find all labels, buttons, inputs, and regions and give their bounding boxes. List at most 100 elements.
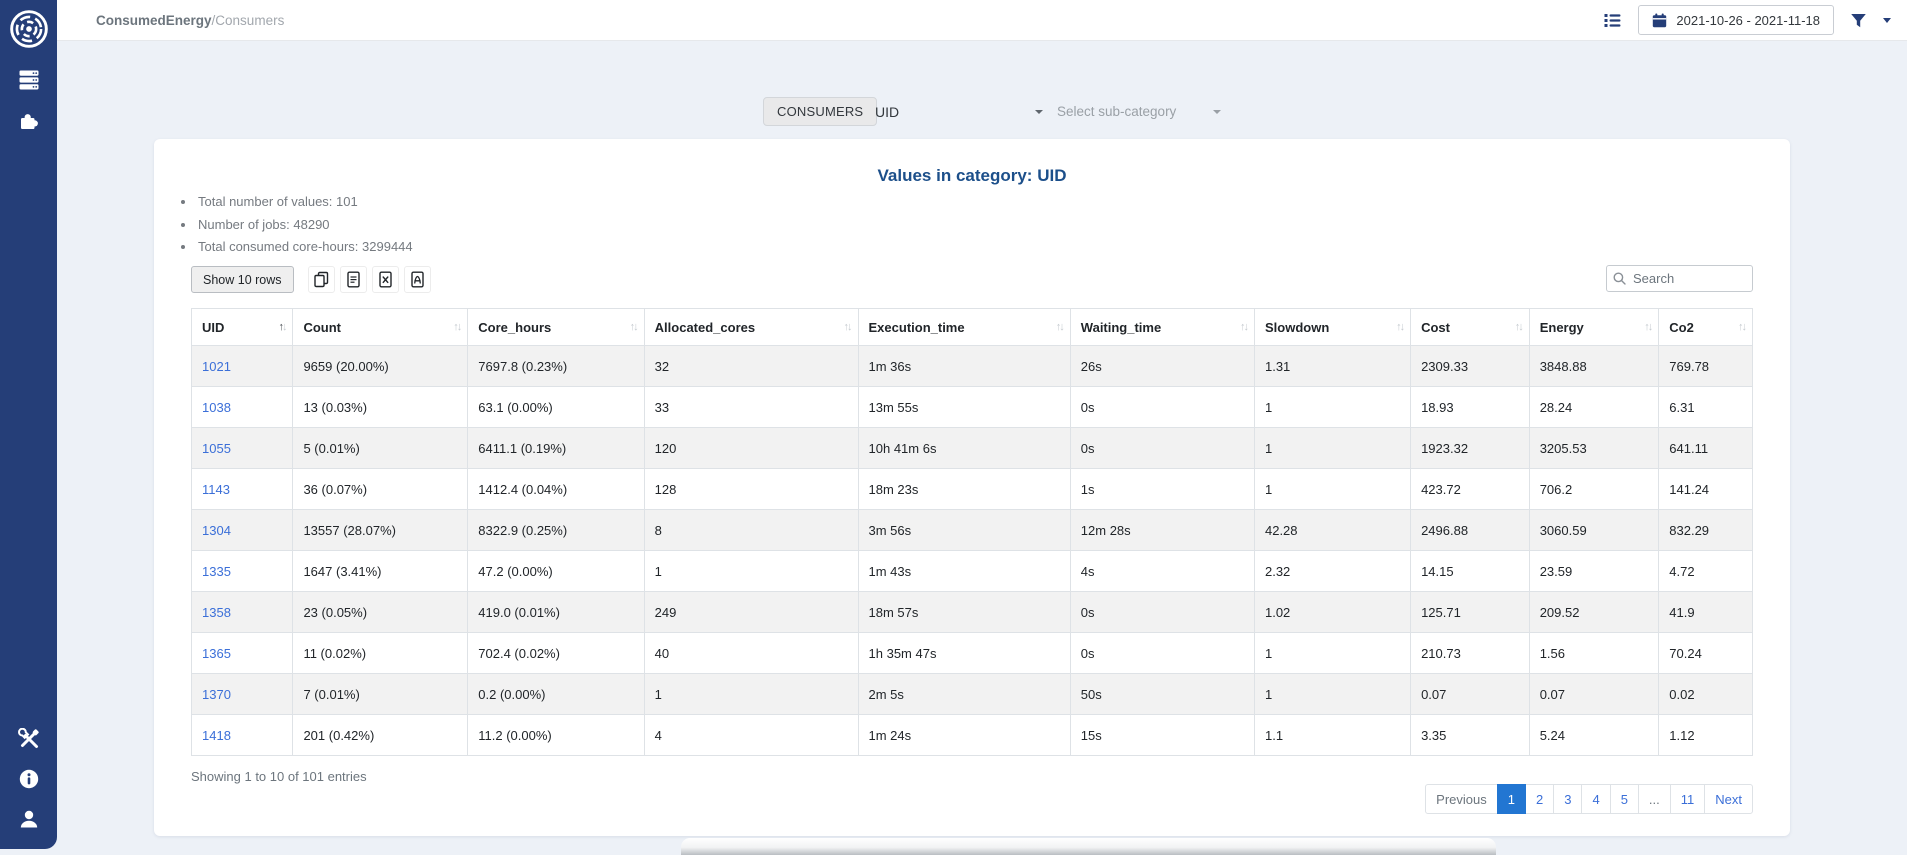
date-range-picker[interactable]: 2021-10-26 - 2021-11-18 bbox=[1638, 5, 1834, 35]
cell-energy: 706.2 bbox=[1529, 469, 1659, 510]
sidebar-item-info[interactable] bbox=[0, 759, 57, 799]
entries-status: Showing 1 to 10 of 101 entries bbox=[191, 769, 367, 784]
column-label: Core_hours bbox=[478, 320, 551, 335]
cell-execution-time: 1m 43s bbox=[858, 551, 1070, 592]
cell-uid: 1021 bbox=[192, 346, 293, 387]
cell-count: 11 (0.02%) bbox=[293, 633, 468, 674]
cell-slowdown: 1.31 bbox=[1254, 346, 1410, 387]
cell-uid: 1143 bbox=[192, 469, 293, 510]
uid-link[interactable]: 1021 bbox=[202, 359, 231, 374]
cell-execution-time: 18m 23s bbox=[858, 469, 1070, 510]
column-header-co2[interactable]: Co2↑↓ bbox=[1659, 309, 1753, 346]
cell-allocated-cores: 8 bbox=[644, 510, 858, 551]
breadcrumb-app[interactable]: ConsumedEnergy bbox=[96, 13, 212, 28]
cell-waiting-time: 4s bbox=[1070, 551, 1254, 592]
table-header-row: UID↑↓ Count↑↓ Core_hours↑↓ Allocated_cor… bbox=[192, 309, 1753, 346]
uid-link[interactable]: 1418 bbox=[202, 728, 231, 743]
pagination-page-11[interactable]: 11 bbox=[1670, 784, 1706, 814]
pagination-previous[interactable]: Previous bbox=[1425, 784, 1498, 814]
sort-icon: ↑↓ bbox=[1396, 321, 1403, 333]
cell-allocated-cores: 249 bbox=[644, 592, 858, 633]
cell-cost: 125.71 bbox=[1411, 592, 1530, 633]
column-header-cost[interactable]: Cost↑↓ bbox=[1411, 309, 1530, 346]
category-select-value: UID bbox=[863, 104, 899, 120]
export-excel-button[interactable] bbox=[372, 266, 399, 293]
table-row: 1021 9659 (20.00%) 7697.8 (0.23%) 32 1m … bbox=[192, 346, 1753, 387]
file-text-icon bbox=[345, 271, 362, 288]
column-header-slowdown[interactable]: Slowdown↑↓ bbox=[1254, 309, 1410, 346]
sidebar-item-user[interactable] bbox=[0, 799, 57, 839]
cell-execution-time: 10h 41m 6s bbox=[858, 428, 1070, 469]
cell-waiting-time: 26s bbox=[1070, 346, 1254, 387]
uid-link[interactable]: 1143 bbox=[202, 482, 230, 497]
cell-core-hours: 11.2 (0.00%) bbox=[468, 715, 644, 756]
cell-count: 9659 (20.00%) bbox=[293, 346, 468, 387]
column-label: Co2 bbox=[1669, 320, 1694, 335]
column-header-execution-time[interactable]: Execution_time↑↓ bbox=[858, 309, 1070, 346]
show-rows-button[interactable]: Show 10 rows bbox=[191, 266, 294, 293]
data-table: UID↑↓ Count↑↓ Core_hours↑↓ Allocated_cor… bbox=[191, 308, 1753, 756]
uid-link[interactable]: 1358 bbox=[202, 605, 231, 620]
column-header-waiting-time[interactable]: Waiting_time↑↓ bbox=[1070, 309, 1254, 346]
uid-link[interactable]: 1335 bbox=[202, 564, 231, 579]
subcategory-select-placeholder: Select sub-category bbox=[1057, 104, 1176, 119]
cell-execution-time: 1m 36s bbox=[858, 346, 1070, 387]
pagination-ellipsis[interactable]: ... bbox=[1638, 784, 1671, 814]
cell-count: 13557 (28.07%) bbox=[293, 510, 468, 551]
export-csv-button[interactable] bbox=[340, 266, 367, 293]
uid-link[interactable]: 1055 bbox=[202, 441, 231, 456]
pagination-page-3[interactable]: 3 bbox=[1553, 784, 1582, 814]
breadcrumb: ConsumedEnergy/Consumers bbox=[96, 13, 284, 28]
column-header-allocated-cores[interactable]: Allocated_cores↑↓ bbox=[644, 309, 858, 346]
table-row: 1335 1647 (3.41%) 47.2 (0.00%) 1 1m 43s … bbox=[192, 551, 1753, 592]
search-input[interactable] bbox=[1606, 265, 1753, 292]
category-select[interactable]: UID bbox=[863, 97, 1049, 126]
chevron-down-icon bbox=[1213, 110, 1221, 114]
cell-cost: 18.93 bbox=[1411, 387, 1530, 428]
uid-link[interactable]: 1370 bbox=[202, 687, 231, 702]
sidebar-item-plugins[interactable] bbox=[0, 100, 57, 140]
app-logo[interactable] bbox=[0, 6, 57, 52]
tools-icon bbox=[18, 728, 40, 750]
uid-link[interactable]: 1304 bbox=[202, 523, 231, 538]
column-header-count[interactable]: Count↑↓ bbox=[293, 309, 468, 346]
cell-core-hours: 0.2 (0.00%) bbox=[468, 674, 644, 715]
filter-icon[interactable] bbox=[1850, 12, 1867, 29]
column-header-energy[interactable]: Energy↑↓ bbox=[1529, 309, 1659, 346]
table-search bbox=[1606, 265, 1753, 292]
pagination-page-5[interactable]: 5 bbox=[1610, 784, 1639, 814]
chevron-down-icon[interactable] bbox=[1883, 18, 1891, 23]
table-row: 1038 13 (0.03%) 63.1 (0.00%) 33 13m 55s … bbox=[192, 387, 1753, 428]
pagination-page-2[interactable]: 2 bbox=[1525, 784, 1554, 814]
list-icon[interactable] bbox=[1603, 11, 1622, 30]
cell-co2: 0.02 bbox=[1659, 674, 1753, 715]
cell-slowdown: 1 bbox=[1254, 387, 1410, 428]
table-row: 1143 36 (0.07%) 1412.4 (0.04%) 128 18m 2… bbox=[192, 469, 1753, 510]
uid-link[interactable]: 1365 bbox=[202, 646, 231, 661]
sidebar-item-tools[interactable] bbox=[0, 719, 57, 759]
cell-waiting-time: 0s bbox=[1070, 633, 1254, 674]
pagination-page-4[interactable]: 4 bbox=[1581, 784, 1610, 814]
export-pdf-button[interactable] bbox=[404, 266, 431, 293]
consumers-button[interactable]: CONSUMERS bbox=[763, 97, 877, 126]
next-section-edge bbox=[681, 838, 1496, 855]
column-header-uid[interactable]: UID↑↓ bbox=[192, 309, 293, 346]
column-label: Waiting_time bbox=[1081, 320, 1161, 335]
table-row: 1358 23 (0.05%) 419.0 (0.01%) 249 18m 57… bbox=[192, 592, 1753, 633]
sidebar-item-servers[interactable] bbox=[0, 60, 57, 100]
subcategory-select[interactable]: Select sub-category bbox=[1057, 97, 1227, 126]
copy-button[interactable] bbox=[308, 266, 335, 293]
cell-cost: 3.35 bbox=[1411, 715, 1530, 756]
pagination-next[interactable]: Next bbox=[1704, 784, 1753, 814]
cell-allocated-cores: 40 bbox=[644, 633, 858, 674]
cell-co2: 641.11 bbox=[1659, 428, 1753, 469]
table-row: 1365 11 (0.02%) 702.4 (0.02%) 40 1h 35m … bbox=[192, 633, 1753, 674]
servers-icon bbox=[18, 69, 40, 91]
cell-co2: 41.9 bbox=[1659, 592, 1753, 633]
column-header-core-hours[interactable]: Core_hours↑↓ bbox=[468, 309, 644, 346]
uid-link[interactable]: 1038 bbox=[202, 400, 231, 415]
values-card: Values in category: UID Total number of … bbox=[154, 139, 1790, 836]
cell-uid: 1335 bbox=[192, 551, 293, 592]
pagination-page-1[interactable]: 1 bbox=[1497, 784, 1526, 814]
cell-cost: 423.72 bbox=[1411, 469, 1530, 510]
